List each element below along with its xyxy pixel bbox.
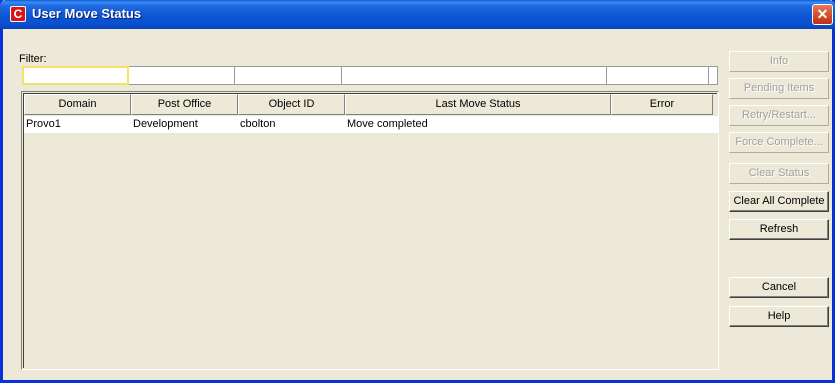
clear-status-button[interactable]: Clear Status (729, 163, 829, 184)
filter-extra-input[interactable] (709, 66, 718, 85)
column-header-post-office[interactable]: Post Office (131, 94, 238, 115)
close-button[interactable]: ✕ (812, 4, 833, 25)
pending-items-button[interactable]: Pending Items (729, 78, 829, 99)
filter-error-input[interactable] (607, 66, 709, 85)
filter-row (22, 66, 718, 85)
table-header: Domain Post Office Object ID Last Move S… (24, 94, 713, 115)
cell-object-id: cbolton (240, 118, 276, 130)
help-button[interactable]: Help (729, 306, 829, 327)
app-icon: C (10, 6, 26, 22)
clear-all-complete-button[interactable]: Clear All Complete (729, 191, 829, 212)
info-button[interactable]: Info (729, 51, 829, 72)
filter-domain-input[interactable] (22, 66, 129, 85)
refresh-button[interactable]: Refresh (729, 219, 829, 240)
close-icon: ✕ (816, 6, 829, 22)
cell-last-move-status: Move completed (347, 118, 428, 130)
cell-domain: Provo1 (26, 118, 61, 130)
filter-post-office-input[interactable] (129, 66, 235, 85)
cell-error (611, 116, 713, 133)
force-complete-button[interactable]: Force Complete... (729, 132, 829, 153)
filter-object-id-input[interactable] (235, 66, 342, 85)
column-header-last-move-status[interactable]: Last Move Status (345, 94, 611, 115)
column-header-error[interactable]: Error (611, 94, 713, 115)
column-header-object-id[interactable]: Object ID (238, 94, 345, 115)
window-title: User Move Status (32, 6, 142, 21)
cancel-button[interactable]: Cancel (729, 277, 829, 298)
table-row[interactable]: Provo1 Development cbolton Move complete… (24, 116, 718, 133)
retry-restart-button[interactable]: Retry/Restart... (729, 105, 829, 126)
cell-post-office: Development (133, 118, 198, 130)
filter-label: Filter: (19, 53, 47, 65)
title-bar[interactable]: C User Move Status ✕ (0, 0, 835, 29)
column-header-domain[interactable]: Domain (24, 94, 131, 115)
move-status-table: Domain Post Office Object ID Last Move S… (21, 91, 719, 370)
filter-last-move-status-input[interactable] (342, 66, 607, 85)
